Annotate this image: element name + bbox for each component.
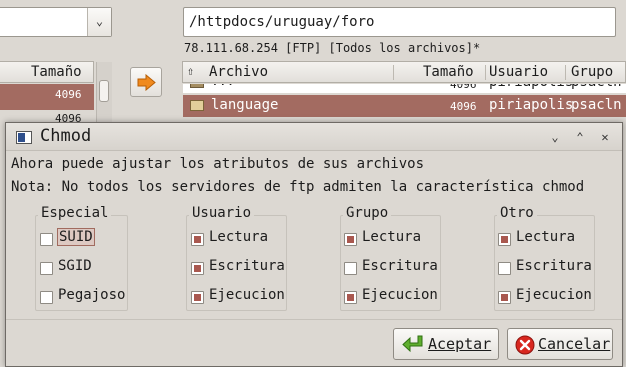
column-divider: [485, 65, 486, 80]
group-especial-title: Especial: [38, 205, 112, 221]
usuario-ejecucion-label[interactable]: Ejecucion: [209, 287, 285, 303]
file-column-header[interactable]: Archivo: [209, 64, 268, 80]
suid-label[interactable]: SUID: [57, 228, 95, 246]
folder-icon: [190, 100, 204, 111]
remote-column-header[interactable]: ⇧ Archivo Tamaño Usuario Grupo: [182, 61, 626, 83]
grupo-escritura-checkbox[interactable]: [344, 262, 357, 275]
usuario-ejecucion-checkbox[interactable]: [191, 291, 204, 304]
otro-escritura-checkbox[interactable]: [498, 262, 511, 275]
usuario-escritura-label[interactable]: Escritura: [209, 258, 285, 274]
otro-escritura-label[interactable]: Escritura: [516, 258, 592, 274]
remote-row[interactable]: ... 4096 piriapolis psacln: [183, 84, 626, 93]
scrollbar-thumb[interactable]: [99, 80, 109, 102]
dialog-message-line2: Nota: No todos los servidores de ftp adm…: [11, 179, 585, 195]
close-icon[interactable]: ✕: [596, 128, 614, 146]
dialog-title: Chmod: [40, 126, 92, 146]
sgid-checkbox[interactable]: [40, 262, 53, 275]
local-scrollbar[interactable]: [96, 62, 112, 124]
otro-ejecucion-label[interactable]: Ejecucion: [516, 287, 592, 303]
pegajoso-label[interactable]: Pegajoso: [58, 287, 125, 303]
arrow-right-icon: [137, 74, 156, 91]
otro-lectura-label[interactable]: Lectura: [516, 229, 575, 245]
minimize-icon[interactable]: ⌄: [546, 128, 564, 146]
size-cell: 4096: [450, 100, 477, 113]
column-divider: [565, 65, 566, 80]
otro-lectura-checkbox[interactable]: [498, 233, 511, 246]
button-separator: [6, 319, 622, 320]
dialog-titlebar[interactable]: Chmod ⌄ ⌃ ✕: [6, 123, 622, 151]
local-column-header[interactable]: Tamaño: [0, 61, 94, 83]
user-column-header[interactable]: Usuario: [489, 64, 548, 80]
file-name-cell: ...: [211, 84, 234, 89]
group-grupo-title: Grupo: [343, 205, 392, 221]
sort-up-icon[interactable]: ⇧: [187, 64, 194, 78]
remote-path-text: /httpdocs/uruguay/foro: [189, 14, 375, 30]
user-cell: piriapolis: [489, 97, 574, 113]
local-selected-row[interactable]: 4096: [0, 84, 94, 110]
remote-selected-row[interactable]: language 4096 piriapolis psacln: [183, 95, 626, 117]
cancel-label: Cancelar: [538, 335, 611, 353]
cancel-icon: [515, 335, 535, 355]
chmod-dialog: Chmod ⌄ ⌃ ✕ Ahora puede ajustar los atri…: [5, 122, 623, 367]
cancel-button[interactable]: Cancelar: [507, 328, 613, 360]
group-otro-title: Otro: [497, 205, 537, 221]
sgid-label[interactable]: SGID: [58, 258, 92, 274]
pegajoso-checkbox[interactable]: [40, 291, 53, 304]
group-column-header[interactable]: Grupo: [571, 64, 613, 80]
remote-status-line: 78.111.68.254 [FTP] [Todos los archivos]…: [184, 41, 481, 55]
accept-button[interactable]: Aceptar: [393, 328, 499, 360]
group-cell: psacln: [571, 97, 622, 113]
suid-checkbox[interactable]: [40, 233, 53, 246]
grupo-lectura-checkbox[interactable]: [344, 233, 357, 246]
transfer-button[interactable]: [130, 67, 162, 97]
local-size-cell: 4096: [55, 88, 82, 101]
group-usuario-title: Usuario: [189, 205, 255, 221]
otro-ejecucion-checkbox[interactable]: [498, 291, 511, 304]
remote-path-combo[interactable]: /httpdocs/uruguay/foro: [183, 7, 616, 37]
grupo-lectura-label[interactable]: Lectura: [362, 229, 421, 245]
maximize-icon[interactable]: ⌃: [571, 128, 589, 146]
usuario-escritura-checkbox[interactable]: [191, 262, 204, 275]
grupo-ejecucion-label[interactable]: Ejecucion: [362, 287, 438, 303]
size-cell: 4096: [450, 84, 477, 91]
dialog-message-line1: Ahora puede ajustar los atributos de sus…: [11, 156, 425, 172]
size-column-header[interactable]: Tamaño: [423, 64, 474, 80]
column-divider: [393, 65, 394, 80]
chevron-down-icon[interactable]: ⌄: [87, 8, 111, 36]
local-path-combo[interactable]: ⌄: [0, 7, 112, 37]
group-cell: psacln: [571, 84, 622, 90]
grupo-ejecucion-checkbox[interactable]: [344, 291, 357, 304]
usuario-lectura-label[interactable]: Lectura: [209, 229, 268, 245]
chmod-app-icon: [16, 131, 32, 144]
grupo-escritura-label[interactable]: Escritura: [362, 258, 438, 274]
local-size-header[interactable]: Tamaño: [31, 64, 82, 80]
folder-icon: [190, 84, 204, 88]
accept-label: Aceptar: [428, 335, 492, 353]
user-cell: piriapolis: [489, 84, 573, 90]
check-arrow-icon: [402, 335, 423, 353]
file-name-cell: language: [211, 97, 279, 113]
usuario-lectura-checkbox[interactable]: [191, 233, 204, 246]
